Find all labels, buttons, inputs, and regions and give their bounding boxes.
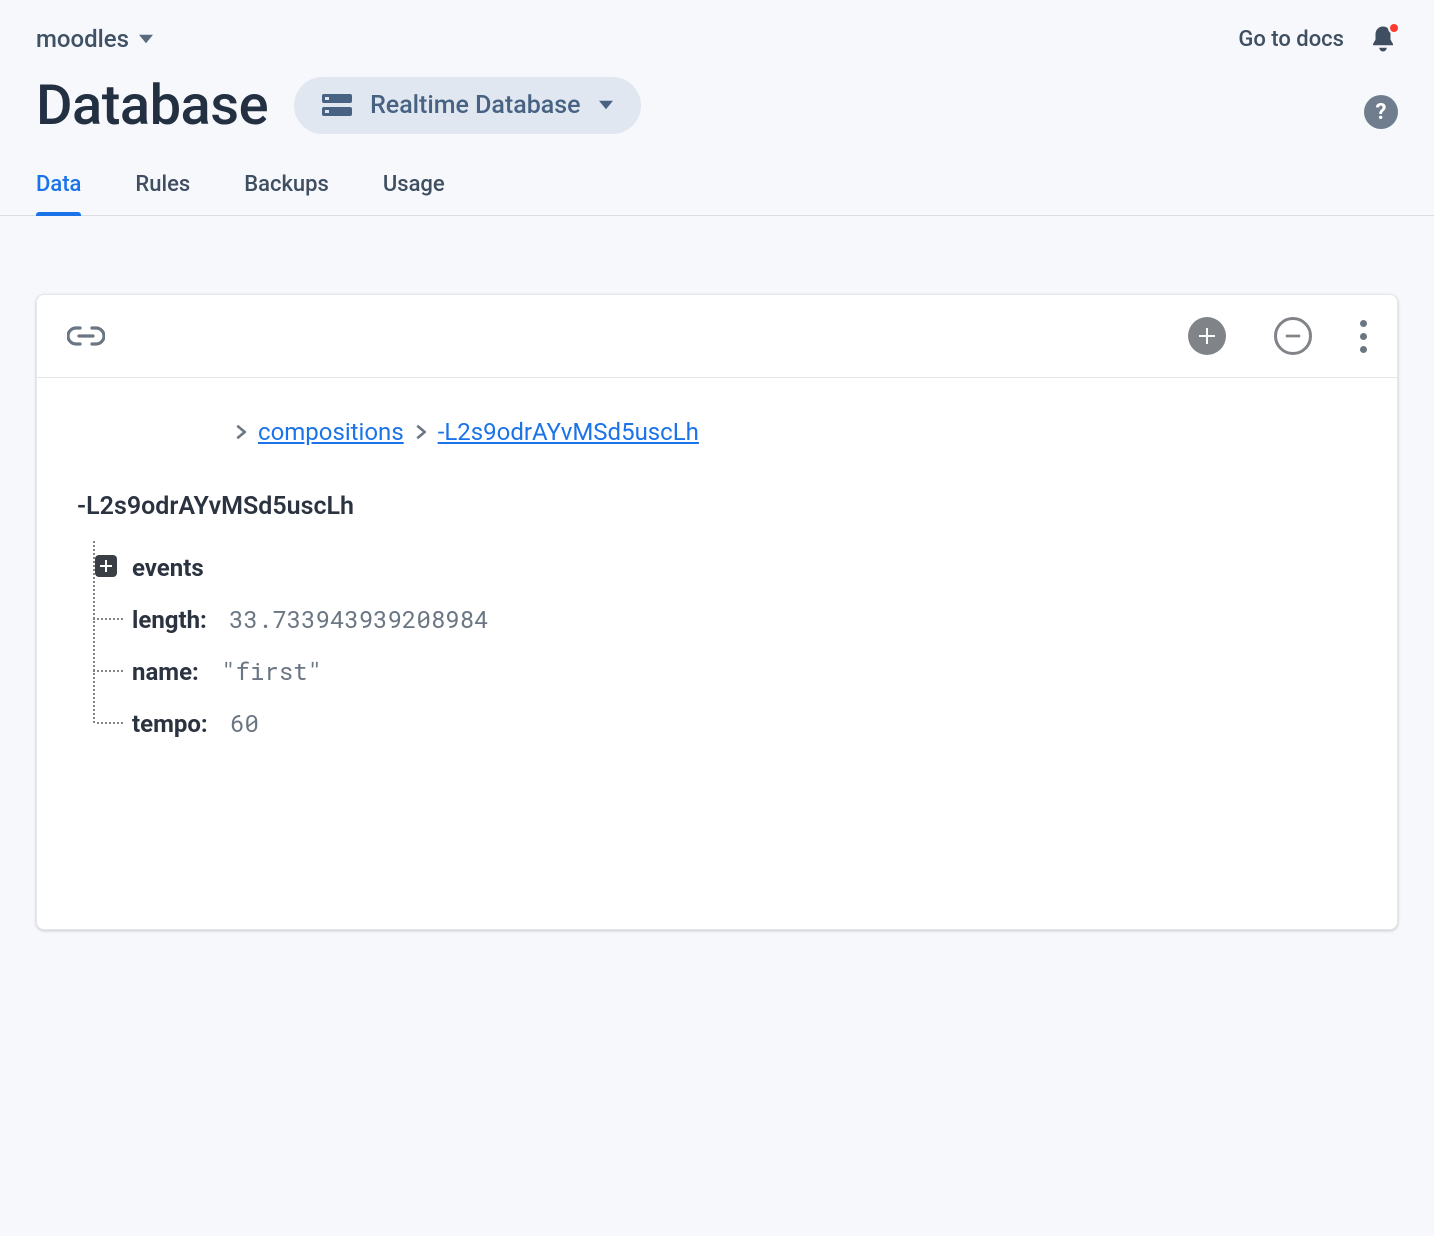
tabs: Data Rules Backups Usage <box>0 156 1434 216</box>
tree-value: 60 <box>230 707 259 739</box>
tree-node-events[interactable]: events <box>108 541 1363 593</box>
breadcrumb-compositions[interactable]: compositions <box>258 418 404 446</box>
toolbar-actions <box>1188 317 1367 355</box>
database-type-selector[interactable]: Realtime Database <box>294 77 640 134</box>
project-selector[interactable]: moodles <box>36 25 153 53</box>
notification-dot <box>1388 22 1400 34</box>
tab-label: Rules <box>135 172 190 197</box>
notifications-button[interactable] <box>1368 24 1398 54</box>
help-button[interactable]: ? <box>1364 95 1398 129</box>
chevron-down-icon <box>139 32 153 46</box>
tab-data[interactable]: Data <box>36 156 81 215</box>
help-glyph: ? <box>1376 100 1387 125</box>
tab-label: Data <box>36 172 81 197</box>
data-tree: events length: 33.733943939208984 name: … <box>93 541 1363 749</box>
tab-backups[interactable]: Backups <box>244 156 329 215</box>
tab-rules[interactable]: Rules <box>135 156 190 215</box>
tree-value: 33.733943939208984 <box>229 603 488 635</box>
data-card: compositions -L2s9odrAYvMSd5uscLh -L2s9o… <box>36 294 1398 930</box>
top-bar: moodles Go to docs <box>0 0 1434 68</box>
tab-label: Backups <box>244 172 329 197</box>
more-menu-button[interactable] <box>1360 320 1367 353</box>
title-row: Database Realtime Database ? <box>0 68 1434 156</box>
top-actions: Go to docs <box>1238 24 1398 54</box>
database-icon <box>322 94 352 116</box>
card-body: compositions -L2s9odrAYvMSd5uscLh -L2s9o… <box>37 378 1397 929</box>
tree-node-name[interactable]: name: "first" <box>108 645 1363 697</box>
root-node-id[interactable]: -L2s9odrAYvMSd5uscLh <box>77 492 1363 521</box>
project-name: moodles <box>36 25 129 53</box>
remove-button[interactable] <box>1274 317 1312 355</box>
link-icon[interactable] <box>67 324 105 348</box>
tree-node-tempo[interactable]: tempo: 60 <box>108 697 1363 749</box>
expand-toggle[interactable] <box>95 555 117 577</box>
title-left: Database Realtime Database <box>0 68 677 156</box>
tree-key: events <box>132 554 204 582</box>
database-type-label: Realtime Database <box>370 91 580 120</box>
breadcrumb: compositions -L2s9odrAYvMSd5uscLh <box>71 418 1363 446</box>
tree-key: length: <box>132 606 207 634</box>
add-button[interactable] <box>1188 317 1226 355</box>
minus-icon <box>1284 327 1302 345</box>
tab-usage[interactable]: Usage <box>383 156 445 215</box>
card-toolbar <box>37 295 1397 378</box>
docs-link[interactable]: Go to docs <box>1238 27 1344 52</box>
tree-key: name: <box>132 658 199 686</box>
chevron-right-icon <box>236 424 246 440</box>
plus-icon <box>1197 326 1217 346</box>
tab-label: Usage <box>383 172 445 197</box>
breadcrumb-node-id[interactable]: -L2s9odrAYvMSd5uscLh <box>438 418 699 446</box>
tree-value: "first" <box>221 655 322 687</box>
chevron-right-icon <box>416 424 426 440</box>
tree-node-length[interactable]: length: 33.733943939208984 <box>108 593 1363 645</box>
chevron-down-icon <box>599 98 613 112</box>
page-title: Database <box>36 72 268 138</box>
tree-key: tempo: <box>132 710 208 738</box>
